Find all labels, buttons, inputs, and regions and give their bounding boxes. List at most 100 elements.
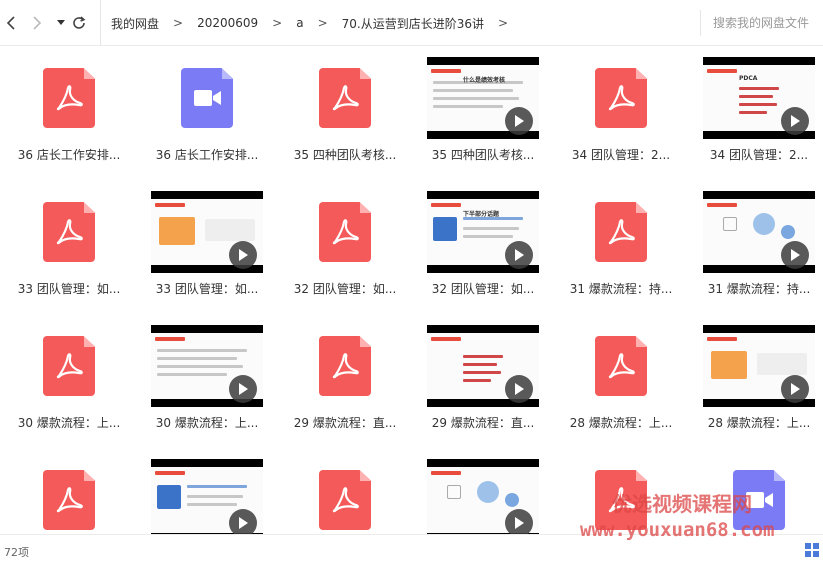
file-item[interactable]	[276, 448, 414, 534]
file-thumbnail	[552, 324, 690, 408]
play-icon[interactable]	[229, 509, 257, 534]
video-thumbnail	[151, 325, 263, 407]
file-name: 31 爆款流程：持...	[569, 282, 673, 296]
video-thumbnail	[703, 325, 815, 407]
file-item[interactable]	[138, 448, 276, 534]
file-name: 30 爆款流程：上...	[155, 416, 259, 430]
watermark-title: 优选视频课程网	[612, 492, 752, 516]
play-icon[interactable]	[505, 107, 533, 135]
play-icon[interactable]	[229, 241, 257, 269]
file-item[interactable]: 什么是绩效考核 35 四种团队考核...	[414, 46, 552, 176]
file-name: 28 爆款流程：上...	[707, 416, 811, 430]
file-name: 35 四种团队考核...	[293, 148, 397, 162]
pdf-file-icon	[595, 336, 647, 396]
chevron-left-icon	[6, 16, 15, 30]
file-name: 30 爆款流程：上...	[17, 416, 121, 430]
file-name: 34 团队管理：2...	[571, 148, 671, 162]
video-thumbnail	[703, 191, 815, 273]
file-thumbnail	[552, 56, 690, 140]
play-icon[interactable]	[505, 509, 533, 534]
file-item[interactable]: 下半部分话题 32 团队管理：如...	[414, 180, 552, 310]
file-name: 33 团队管理：如...	[155, 282, 259, 296]
video-thumbnail	[151, 191, 263, 273]
play-icon[interactable]	[505, 241, 533, 269]
file-name: 28 爆款流程：上...	[569, 416, 673, 430]
breadcrumb-separator[interactable]: >	[498, 16, 508, 30]
play-icon[interactable]	[781, 107, 809, 135]
file-item[interactable]: 33 团队管理：如...	[0, 180, 138, 310]
file-item[interactable]: 36 店长工作安排...	[138, 46, 276, 176]
video-thumbnail: 下半部分话题	[427, 191, 539, 273]
watermark-url: www.youxuan68.com	[580, 519, 775, 541]
file-item[interactable]: 31 爆款流程：持...	[690, 180, 823, 310]
pdf-file-icon	[319, 336, 371, 396]
file-item[interactable]: 34 团队管理：2...	[552, 46, 690, 176]
play-icon[interactable]	[781, 375, 809, 403]
file-name: 29 爆款流程：直...	[431, 416, 535, 430]
item-count: 72项	[4, 546, 29, 559]
file-thumbnail: 什么是绩效考核	[414, 56, 552, 140]
breadcrumb-item-current-folder[interactable]: 70.从运营到店长进阶36讲	[342, 15, 484, 32]
breadcrumb-item-my-drive[interactable]: 我的网盘	[111, 15, 159, 32]
breadcrumb-item-a[interactable]: a	[296, 16, 303, 30]
grid-view-icon[interactable]	[805, 543, 819, 557]
file-item[interactable]: 32 团队管理：如...	[276, 180, 414, 310]
back-button[interactable]	[0, 10, 22, 36]
forward-button[interactable]	[26, 10, 48, 36]
pdf-file-icon	[319, 470, 371, 530]
file-item[interactable]: 30 爆款流程：上...	[138, 314, 276, 444]
refresh-icon	[73, 16, 86, 29]
pdf-file-icon	[319, 68, 371, 128]
file-item[interactable]: 28 爆款流程：上...	[690, 314, 823, 444]
breadcrumb-separator: >	[272, 16, 283, 30]
file-item[interactable]: 30 爆款流程：上...	[0, 314, 138, 444]
file-item[interactable]: 36 店长工作安排...	[0, 46, 138, 176]
search-input[interactable]	[713, 16, 823, 30]
file-item[interactable]: 35 四种团队考核...	[276, 46, 414, 176]
file-item[interactable]: 31 爆款流程：持...	[552, 180, 690, 310]
file-thumbnail	[276, 458, 414, 534]
breadcrumb: 我的网盘 > 20200609 > a > 70.从运营到店长进阶36讲 >	[100, 0, 522, 46]
file-name: 36 店长工作安排...	[155, 148, 259, 162]
play-icon[interactable]	[505, 375, 533, 403]
file-item[interactable]	[414, 448, 552, 534]
breadcrumb-item-20200609[interactable]: 20200609	[197, 16, 258, 30]
file-grid: 36 店长工作安排... 36 店长工作安排... 35 四种团队考核... 什么是绩…	[0, 46, 823, 534]
pdf-file-icon	[43, 336, 95, 396]
file-name: 31 爆款流程：持...	[707, 282, 811, 296]
file-name: 36 店长工作安排...	[17, 148, 121, 162]
file-thumbnail	[0, 324, 138, 408]
file-item[interactable]: 33 团队管理：如...	[138, 180, 276, 310]
file-thumbnail	[276, 324, 414, 408]
play-icon[interactable]	[229, 375, 257, 403]
breadcrumb-separator: >	[317, 16, 328, 30]
file-item[interactable]: 28 爆款流程：上...	[552, 314, 690, 444]
pdf-file-icon	[43, 202, 95, 262]
pdf-file-icon	[595, 202, 647, 262]
video-thumbnail	[427, 325, 539, 407]
file-item[interactable]: PDCA 34 团队管理：2...	[690, 46, 823, 176]
chevron-right-icon	[33, 16, 42, 30]
pdf-file-icon	[43, 68, 95, 128]
file-thumbnail	[138, 458, 276, 534]
video-thumbnail	[427, 459, 539, 534]
slide-title: 下半部分话题	[463, 211, 500, 218]
file-thumbnail	[414, 458, 552, 534]
video-thumbnail: 什么是绩效考核	[427, 57, 539, 139]
file-item[interactable]	[0, 448, 138, 534]
file-thumbnail	[138, 56, 276, 140]
file-item[interactable]: 29 爆款流程：直...	[414, 314, 552, 444]
file-name: 33 团队管理：如...	[17, 282, 121, 296]
file-thumbnail	[552, 190, 690, 274]
play-icon[interactable]	[781, 241, 809, 269]
file-thumbnail: PDCA	[690, 56, 823, 140]
file-thumbnail	[276, 190, 414, 274]
pdf-file-icon	[595, 68, 647, 128]
file-name: 35 四种团队考核...	[431, 148, 535, 162]
refresh-button[interactable]	[68, 10, 90, 36]
search-box	[700, 10, 823, 36]
file-thumbnail	[690, 324, 823, 408]
file-name: 34 团队管理：2...	[709, 148, 809, 162]
file-item[interactable]: 29 爆款流程：直...	[276, 314, 414, 444]
file-thumbnail	[690, 190, 823, 274]
